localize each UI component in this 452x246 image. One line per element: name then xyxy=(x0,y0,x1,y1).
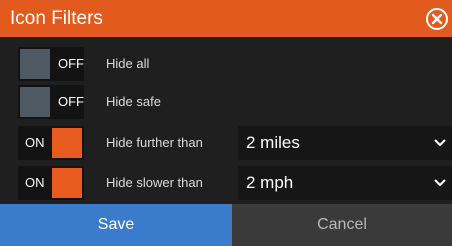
icon-filters-dialog: Icon Filters OFF Hide all OFF Hide safe … xyxy=(0,0,452,246)
distance-value: 2 miles xyxy=(246,133,300,152)
hide-all-label: Hide all xyxy=(106,56,150,71)
hide-further-than-toggle[interactable]: ON xyxy=(18,126,84,160)
hide-safe-toggle[interactable]: OFF xyxy=(18,85,84,119)
chevron-down-icon xyxy=(434,179,446,187)
hide-slower-than-toggle[interactable]: ON xyxy=(18,166,84,200)
hide-all-toggle[interactable]: OFF xyxy=(18,47,84,81)
toggle-state-text: ON xyxy=(25,135,45,150)
filter-row-hide-safe: OFF Hide safe xyxy=(0,85,452,119)
hide-slower-than-label: Hide slower than xyxy=(106,175,203,190)
filter-row-hide-slower-than: ON Hide slower than 2 mph xyxy=(0,166,452,200)
hide-further-than-label: Hide further than xyxy=(106,135,203,150)
cancel-button[interactable]: Cancel xyxy=(232,204,452,246)
save-button-label: Save xyxy=(97,216,135,233)
toggle-state-text: ON xyxy=(25,175,45,190)
close-button[interactable] xyxy=(425,7,449,31)
cancel-button-label: Cancel xyxy=(317,216,367,233)
dialog-title-bar: Icon Filters xyxy=(0,0,452,37)
distance-select[interactable]: 2 miles xyxy=(238,126,452,160)
save-button[interactable]: Save xyxy=(0,204,232,246)
filter-row-hide-all: OFF Hide all xyxy=(0,47,452,81)
toggle-knob xyxy=(52,168,82,198)
close-circle-icon xyxy=(425,7,449,31)
toggle-knob xyxy=(20,49,50,79)
chevron-down-icon xyxy=(434,139,446,147)
toggle-knob xyxy=(20,87,50,117)
speed-select[interactable]: 2 mph xyxy=(238,166,452,200)
speed-value: 2 mph xyxy=(246,173,294,192)
dialog-title: Icon Filters xyxy=(10,8,103,29)
filter-row-hide-further-than: ON Hide further than 2 miles xyxy=(0,126,452,160)
toggle-state-text: OFF xyxy=(58,94,84,109)
hide-safe-label: Hide safe xyxy=(106,94,161,109)
toggle-knob xyxy=(52,128,82,158)
toggle-state-text: OFF xyxy=(58,56,84,71)
